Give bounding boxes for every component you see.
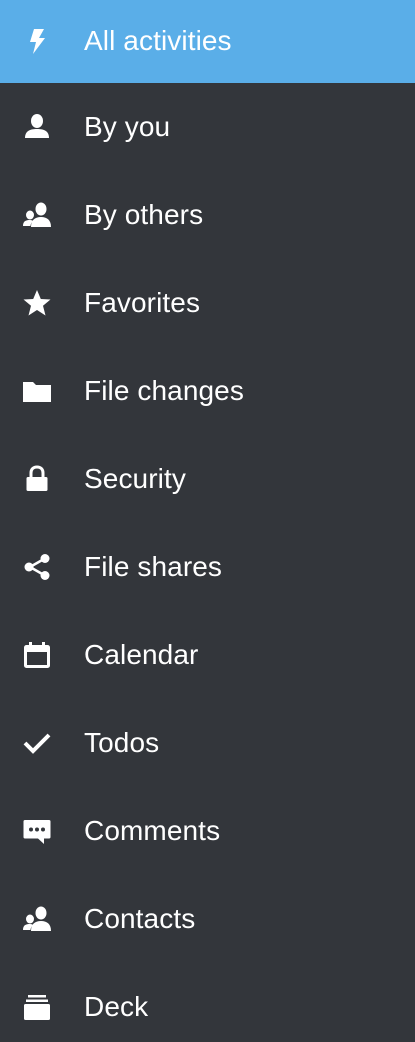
nav-item-label: By others [84,199,204,230]
lock-icon [22,464,52,494]
nav-item-label: Calendar [84,639,199,670]
comment-icon [22,816,52,846]
nav-item-calendar[interactable]: Calendar [0,611,415,699]
nav-item-security[interactable]: Security [0,435,415,523]
folder-icon [22,376,52,406]
nav-item-by-you[interactable]: By you [0,83,415,171]
nav-item-label: Security [84,463,186,494]
nav-item-label: Contacts [84,903,196,934]
activity-sidebar: All activities By you By others Favorite… [0,0,415,1042]
user-icon [22,112,52,142]
nav-item-label: By you [84,111,171,142]
nav-item-contacts[interactable]: Contacts [0,875,415,963]
calendar-icon [22,640,52,670]
deck-icon [22,992,52,1022]
nav-item-label: File changes [84,375,244,406]
nav-item-label: File shares [84,551,223,582]
nav-item-label: All activities [84,24,232,56]
nav-item-comments[interactable]: Comments [0,787,415,875]
lightning-icon [22,26,52,56]
nav-item-all-activities[interactable]: All activities [0,0,415,83]
contacts-icon [22,904,52,934]
checkmark-icon [22,728,52,758]
star-icon [22,288,52,318]
share-icon [22,552,52,582]
activity-filter-list: All activities By you By others Favorite… [0,0,415,1042]
nav-item-by-others[interactable]: By others [0,171,415,259]
nav-item-deck[interactable]: Deck [0,963,415,1042]
nav-item-label: Comments [84,815,221,846]
nav-item-todos[interactable]: Todos [0,699,415,787]
nav-item-label: Todos [84,727,160,758]
nav-item-label: Deck [84,991,149,1022]
users-icon [22,200,52,230]
nav-item-label: Favorites [84,287,201,318]
nav-item-favorites[interactable]: Favorites [0,259,415,347]
nav-item-file-changes[interactable]: File changes [0,347,415,435]
nav-item-file-shares[interactable]: File shares [0,523,415,611]
